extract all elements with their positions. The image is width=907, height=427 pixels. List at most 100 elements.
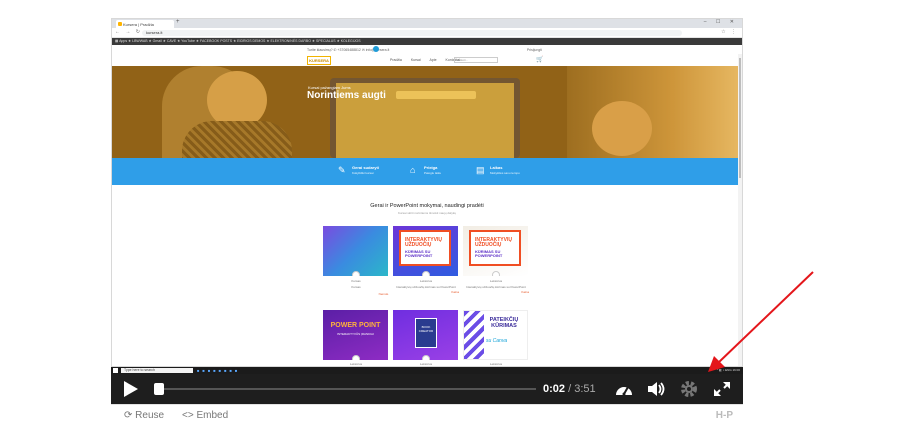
course-card[interactable]: PATEIKČIŲ KŪRIMAS su Canva: [463, 310, 528, 360]
course-lecturer: Kursas: [351, 279, 361, 283]
playback-speed-icon[interactable]: [614, 380, 634, 398]
site-top-bar: Turite klausimų? ✆ +37065488812 ✉ info@k…: [112, 45, 742, 54]
course-thumb-text: su Canva: [486, 338, 508, 344]
feature-sub: Kokybiški kursai: [352, 171, 374, 175]
course-card-meta: Lektorius: [323, 362, 389, 366]
avatar: [352, 355, 360, 360]
browser-tab[interactable]: Kursera | Pradžia: [116, 20, 174, 28]
current-time: 0:02: [543, 383, 566, 395]
embed-icon: <>: [182, 410, 194, 421]
course-card[interactable]: [323, 226, 388, 276]
courses-subheading: Kursai skirti norintiems išmokti naujų d…: [397, 211, 457, 215]
browser-tab-title: Kursera | Pradžia: [123, 22, 154, 27]
hero-overlay: [112, 66, 742, 158]
bookmarks-bar[interactable]: ▦ Apps ★ LBWWAB ★ Gmail ★ CAVE ★ YouTube…: [112, 38, 742, 45]
notification-badge-icon: [373, 46, 379, 52]
duration: 3:51: [574, 383, 596, 395]
hero-title: Norintiems augti: [307, 90, 386, 101]
hero-banner: Kursai pažangiam Jums Norintiems augti: [112, 66, 742, 158]
course-card-meta: Kursas Kursas Nemok.: [323, 279, 389, 296]
url-field[interactable]: kursera.lt: [142, 30, 682, 36]
h5p-footer: ⟳ Reuse <> Embed H-P: [111, 404, 743, 426]
course-thumb-decoration: [464, 311, 484, 359]
book-icon: ▤: [476, 165, 485, 175]
course-thumb-text: INTERAKTYVIŲ UŽDUOČIŲ: [475, 237, 512, 248]
window-controls[interactable]: – ☐ ✕: [704, 19, 738, 25]
windows-start-icon[interactable]: [113, 368, 118, 373]
favicon-icon: [118, 22, 122, 26]
embed-label: Embed: [196, 410, 229, 421]
feature-item: ▤ Laikas Mokykitės savu tempu: [476, 165, 520, 175]
course-price: Kaina: [521, 290, 529, 294]
course-title[interactable]: Interaktyvių užduočių kūrimas su PowerPo…: [393, 285, 459, 289]
building-icon: ⌂: [410, 165, 416, 175]
course-card[interactable]: BOOK CREATOR: [393, 310, 458, 360]
feature-item: ✎ Gerai sudaryti Kokybiški kursai: [338, 165, 379, 175]
page: Kursera | Pradžia + – ☐ ✕ ← → ↻ ⌂ kurser…: [0, 0, 907, 427]
course-thumb-text: POWER POINT: [330, 322, 381, 329]
course-card-meta: Lektorius Interaktyvių užduočių kūrimas …: [393, 279, 459, 294]
course-thumb-text: BOOK CREATOR: [415, 318, 437, 348]
site-logo[interactable]: KURSERA: [307, 56, 331, 65]
course-card[interactable]: POWER POINT INTERAKTYVŪS ĮRANKIAI: [323, 310, 388, 360]
avatar: [492, 271, 500, 276]
course-thumb-text: INTERAKTYVŪS ĮRANKIAI: [337, 332, 374, 336]
reuse-icon: ⟳: [124, 410, 133, 421]
course-lecturer: Lektorius: [489, 279, 503, 283]
course-card[interactable]: INTERAKTYVIŲ UŽDUOČIŲ KŪRIMAS SU POWERPO…: [393, 226, 458, 276]
fullscreen-icon[interactable]: [712, 380, 732, 398]
feature-title: Laikas: [490, 165, 503, 170]
avatar: [352, 271, 360, 276]
course-lecturer: Lektorius: [419, 362, 433, 366]
reuse-label: Reuse: [135, 410, 165, 421]
course-card-meta: Lektorius: [463, 362, 529, 366]
course-price: Nemok.: [378, 292, 389, 296]
taskbar-app-icons[interactable]: ■■■■■■■■: [197, 368, 240, 373]
feature-item: ⌂ Prieiga Patogiu laiku: [410, 165, 442, 175]
course-title[interactable]: Kursas: [323, 285, 389, 289]
site-search-input[interactable]: Ieškoti...: [454, 57, 498, 63]
reuse-button[interactable]: ⟳ Reuse: [124, 410, 164, 421]
course-thumbnail: INTERAKTYVIŲ UŽDUOČIŲ KŪRIMAS SU POWERPO…: [469, 230, 521, 266]
taskbar-search-field[interactable]: Type here to search: [121, 368, 193, 373]
time-display: 0:02 / 3:51: [543, 383, 596, 395]
seek-handle[interactable]: [154, 383, 164, 395]
feature-sub: Mokykitės savu tempu: [490, 171, 520, 175]
course-thumb-text: KŪRIMAS SU POWERPOINT: [475, 249, 503, 258]
play-button[interactable]: [124, 381, 138, 397]
avatar: [422, 355, 430, 360]
settings-gear-icon[interactable]: [679, 380, 699, 398]
site-nav: KURSERA Pradžia Kursai Apie Kontaktai Ie…: [112, 54, 742, 66]
site-menu[interactable]: Pradžia Kursai Apie Kontaktai: [390, 58, 460, 62]
address-bar-row: ← → ↻ ⌂ kursera.lt ☆ ⋮: [112, 28, 742, 38]
time-separator: /: [568, 383, 572, 395]
course-card[interactable]: INTERAKTYVIŲ UŽDUOČIŲ KŪRIMAS SU POWERPO…: [463, 226, 528, 276]
cart-icon[interactable]: 🛒: [536, 56, 543, 63]
feature-title: Prieiga: [424, 165, 438, 170]
embed-button[interactable]: <> Embed: [182, 410, 228, 421]
course-title[interactable]: Interaktyvių užduočių kūrimas su PowerPo…: [463, 285, 529, 289]
avatar: [422, 271, 430, 276]
courses-heading: Gerai ir PowerPoint mokymai, naudingi pr…: [370, 203, 484, 209]
course-thumb-text: KŪRIMAS SU POWERPOINT: [405, 249, 433, 258]
feature-sub: Patogiu laiku: [424, 171, 442, 175]
course-card-meta: Lektorius: [393, 362, 459, 366]
browser-tab-strip: Kursera | Pradžia + – ☐ ✕: [112, 19, 742, 28]
course-thumb-text: INTERAKTYVIŲ UŽDUOČIŲ: [405, 237, 442, 248]
browser-window: Kursera | Pradžia + – ☐ ✕ ← → ↻ ⌂ kurser…: [111, 18, 743, 367]
pencil-icon: ✎: [338, 165, 346, 175]
browser-extension-buttons[interactable]: ☆ ⋮: [721, 29, 738, 35]
volume-icon[interactable]: [646, 380, 666, 398]
windows-taskbar: Type here to search ■■■■■■■■ ^ ◧ ♪ ENG 1…: [111, 367, 743, 374]
course-lecturer: Lektorius: [349, 362, 363, 366]
h5p-logo[interactable]: H-P: [716, 410, 733, 421]
course-thumbnail: INTERAKTYVIŲ UŽDUOČIŲ KŪRIMAS SU POWERPO…: [399, 230, 451, 266]
seek-bar[interactable]: [156, 388, 536, 390]
video-controls-bar: 0:02 / 3:51: [111, 374, 743, 404]
feature-band: ✎ Gerai sudaryti Kokybiški kursai ⌂ Prie…: [112, 158, 742, 185]
new-tab-button[interactable]: +: [176, 19, 180, 25]
feature-title: Gerai sudaryti: [352, 165, 379, 170]
course-lecturer: Lektorius: [419, 279, 433, 283]
scrollbar-thumb[interactable]: [739, 58, 741, 178]
login-link[interactable]: Prisijungti: [527, 48, 542, 52]
